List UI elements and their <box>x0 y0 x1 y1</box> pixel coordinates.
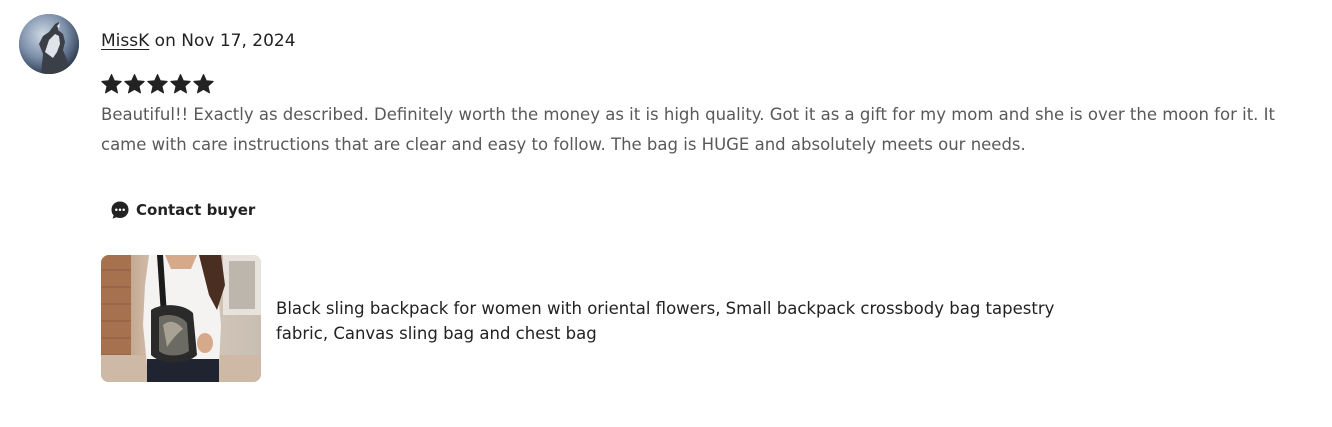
star-icon <box>169 70 192 98</box>
star-icon <box>146 70 169 98</box>
review-text: Beautiful!! Exactly as described. Defini… <box>101 105 1275 154</box>
reviewer-avatar[interactable] <box>19 14 79 74</box>
contact-buyer-label: Contact buyer <box>136 201 256 219</box>
review-byline: MissK on Nov 17, 2024 <box>101 30 296 52</box>
contact-buyer-button[interactable]: Contact buyer <box>104 193 263 227</box>
product-photo <box>101 255 261 382</box>
chat-bubble-icon <box>110 200 130 220</box>
star-icon <box>192 70 215 98</box>
product-title-link[interactable]: Black sling backpack for women with orie… <box>276 296 1096 346</box>
reviewer-name-link[interactable]: MissK <box>101 31 149 51</box>
star-rating <box>100 70 215 98</box>
star-icon <box>123 70 146 98</box>
wolf-avatar-icon <box>19 14 79 74</box>
star-icon <box>100 70 123 98</box>
review-date: on Nov 17, 2024 <box>149 31 296 51</box>
product-thumbnail[interactable] <box>101 255 261 382</box>
